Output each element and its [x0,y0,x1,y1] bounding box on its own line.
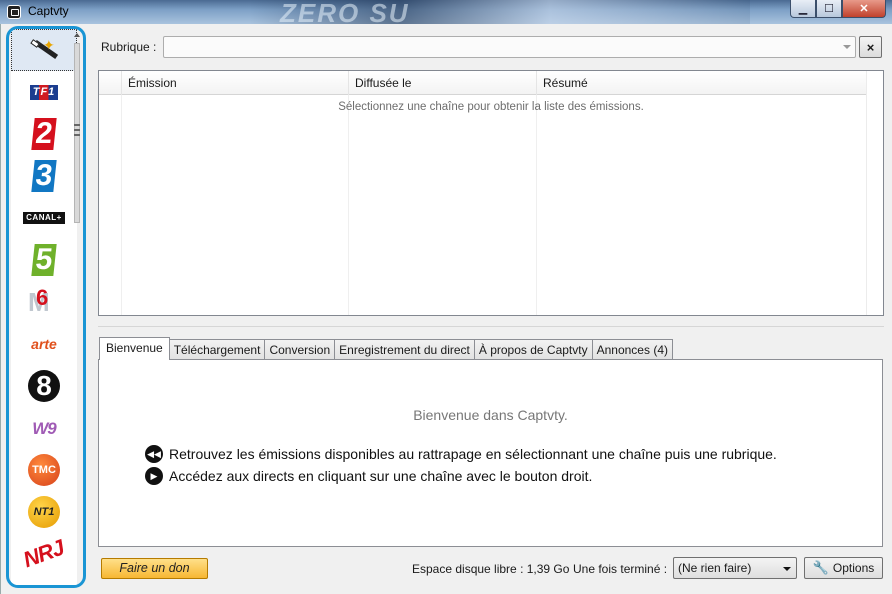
column-header-resume[interactable]: Résumé [536,71,866,95]
channel-nt1[interactable]: NT1 [11,491,77,533]
channel-w9[interactable]: W9 [11,407,77,449]
arte-logo: arte [31,336,57,352]
channel-tmc[interactable]: TMC [11,449,77,491]
canalplus-logo: CANAL+ [23,212,65,224]
minimize-button[interactable]: ▁ [790,0,816,18]
nrj12-logo: NRJ [20,534,68,573]
column-divider [536,95,537,315]
clear-rubrique-button[interactable]: × [859,36,882,58]
channel-d8[interactable]: 8 [11,365,77,407]
channel-canalplus[interactable]: CANAL+ [11,197,77,239]
grid-scrollbar[interactable] [866,71,883,315]
donate-button[interactable]: Faire un don [101,558,208,579]
channel-arte[interactable]: arte [11,323,77,365]
rewind-icon: ◀◀ [145,445,163,463]
nt1-logo: NT1 [28,496,60,528]
france3-logo: 3 [31,159,57,192]
after-completion-dropdown[interactable]: (Ne rien faire) [673,557,797,579]
channel-tf1[interactable]: TF1 [11,71,77,113]
tip-live: ▶ Accédez aux directs en cliquant sur un… [145,467,592,485]
column-header-emission[interactable]: Émission [121,71,349,95]
after-completion-label: Une fois terminé : [573,562,668,576]
column-header-diffusee[interactable]: Diffusée le [348,71,536,95]
channel-nrj12[interactable]: NRJ [11,533,77,575]
after-completion-value: (Ne rien faire) [678,561,752,575]
main-window: ✦ TF1 2 3 CANAL+ 5 M6 arte 8 W9 TMC NT1 … [0,24,892,594]
desktop-background: ZERO SU [250,0,750,28]
splitter-grip-icon[interactable] [74,124,80,136]
chevron-down-icon [783,567,791,571]
tip-replay: ◀◀ Retrouvez les émissions disponibles a… [145,445,777,463]
options-label: Options [832,561,875,575]
tab-telechargement[interactable]: Téléchargement [168,339,266,360]
tf1-logo: TF1 [29,84,59,100]
close-window-button[interactable]: ✕ [842,0,886,18]
france5-logo: 5 [31,243,57,276]
channel-list[interactable]: ✦ TF1 2 3 CANAL+ 5 M6 arte 8 W9 TMC NT1 … [11,29,77,585]
scroll-up-arrow-icon[interactable] [74,33,80,37]
options-button[interactable]: 🔧 Options [804,557,883,579]
channel-all[interactable]: ✦ [11,29,77,71]
window-title: Captvty [28,4,69,18]
tip-replay-text: Retrouvez les émissions disponibles au r… [169,446,777,462]
tab-strip: Bienvenue Téléchargement Conversion Enre… [99,337,673,360]
wrench-icon: 🔧 [812,560,829,575]
grid-header: Émission Diffusée le Résumé [99,71,883,95]
disk-space-label: Espace disque libre : 1,39 Go [412,562,570,576]
france2-logo: 2 [31,117,57,150]
tip-live-text: Accédez aux directs en cliquant sur une … [169,468,593,484]
channel-m6[interactable]: M6 [11,281,77,323]
pane-divider[interactable] [98,326,884,327]
channel-france3[interactable]: 3 [11,155,77,197]
grid-empty-message: Sélectionnez une chaîne pour obtenir la … [338,101,644,113]
tab-conversion[interactable]: Conversion [264,339,336,360]
column-header-selector[interactable] [99,71,121,95]
chevron-down-icon [843,45,851,49]
channel-sidebar: ✦ TF1 2 3 CANAL+ 5 M6 arte 8 W9 TMC NT1 … [6,26,86,588]
play-icon: ▶ [145,467,163,485]
welcome-title: Bienvenue dans Captvty. [413,407,568,423]
programmes-grid[interactable]: Émission Diffusée le Résumé Sélectionnez… [98,70,884,316]
rubrique-label: Rubrique : [101,40,157,54]
tmc-logo: TMC [28,454,60,486]
channel-france2[interactable]: 2 [11,113,77,155]
title-bar: ZERO SU Captvty ▁ ☐ ✕ [0,0,892,28]
maximize-button[interactable]: ☐ [816,0,842,18]
app-icon[interactable] [7,5,21,19]
window-controls: ▁ ☐ ✕ [790,0,886,18]
magic-wand-icon: ✦ [29,37,59,63]
d8-logo: 8 [28,370,60,402]
column-divider [348,95,349,315]
tab-a-propos[interactable]: À propos de Captvty [473,339,593,360]
w9-logo: W9 [32,418,56,438]
channel-france5[interactable]: 5 [11,239,77,281]
rubrique-dropdown[interactable] [163,36,856,58]
m6-logo: M6 [28,285,50,317]
tab-bienvenue[interactable]: Bienvenue [99,337,170,360]
tab-enregistrement-direct[interactable]: Enregistrement du direct [334,339,475,360]
column-divider [121,95,122,315]
welcome-panel: Bienvenue dans Captvty. ◀◀ Retrouvez les… [98,359,883,547]
tab-annonces[interactable]: Annonces (4) [591,339,673,360]
